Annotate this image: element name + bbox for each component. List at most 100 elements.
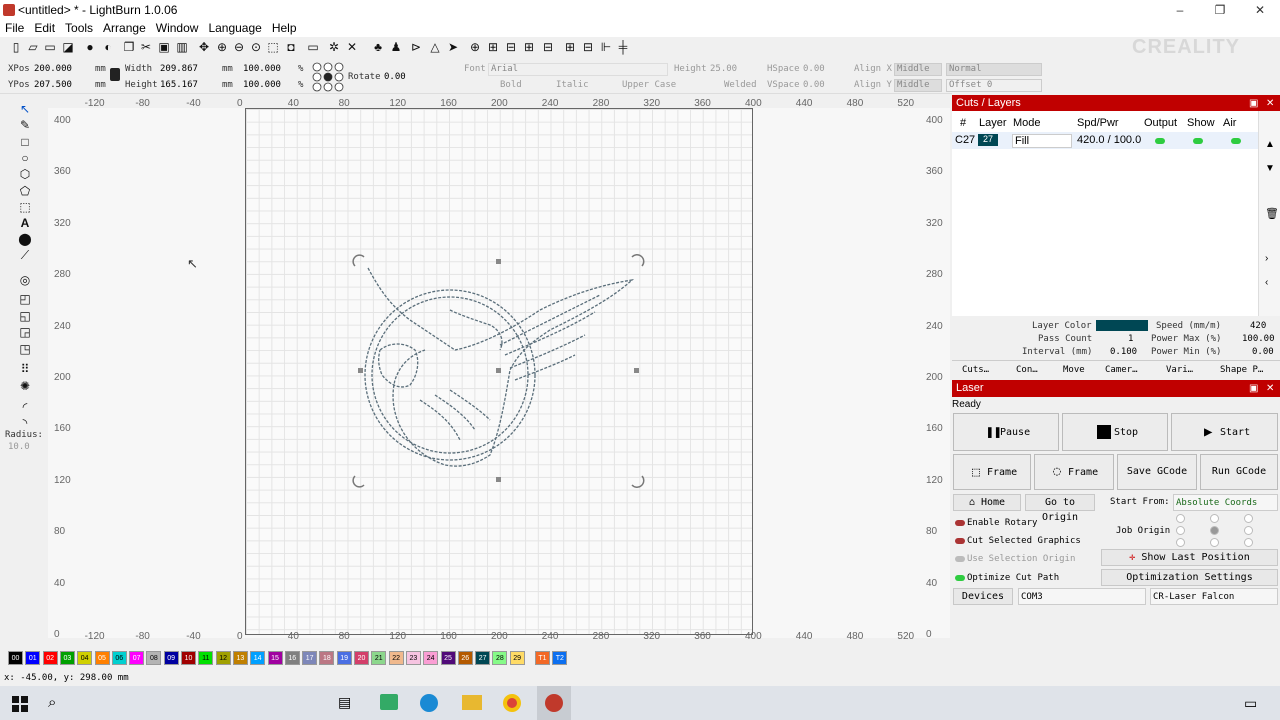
float-laser-panel-icon[interactable]: ▣	[1249, 380, 1258, 397]
job-origin-radio-mr[interactable]	[1244, 526, 1253, 535]
align-left-icon[interactable]: ⊞	[485, 39, 501, 55]
start-button[interactable]: ▶ Start	[1171, 413, 1278, 451]
speed-input[interactable]: 420	[1250, 321, 1266, 331]
cut-icon[interactable]: ●	[82, 39, 98, 55]
user-icon[interactable]: ♟	[388, 39, 404, 55]
selection-handles[interactable]	[350, 252, 650, 492]
show-toggle[interactable]	[1193, 138, 1203, 144]
search-icon[interactable]: ⌕	[48, 694, 56, 711]
frame-tool-icon[interactable]: ⬚	[16, 200, 34, 214]
grid-array-icon[interactable]: ⠿	[16, 362, 34, 376]
notifications-icon[interactable]: ▭	[1244, 695, 1257, 712]
run-gcode-button[interactable]: Run GCode	[1200, 454, 1278, 490]
radius-input[interactable]: 10.0	[8, 442, 30, 452]
center-icon[interactable]: ╪	[615, 39, 631, 55]
zoom-in-icon[interactable]: ⊕	[214, 39, 230, 55]
edge-icon[interactable]	[420, 694, 438, 712]
position-tool-icon[interactable]: ⬤	[16, 232, 34, 246]
job-origin-radio-tr[interactable]	[1244, 514, 1253, 523]
shape-tool-icon[interactable]: ⬠	[16, 184, 34, 198]
palette-swatch-10[interactable]: 10	[181, 651, 196, 665]
palette-swatch-17[interactable]: 17	[302, 651, 318, 665]
store-icon[interactable]	[380, 694, 398, 710]
open-file-icon[interactable]: ▱	[25, 39, 41, 55]
tools-icon[interactable]: ✕	[344, 39, 360, 55]
weld-icon[interactable]: ◳	[16, 342, 34, 356]
offset-tool-icon[interactable]: ◎	[16, 273, 34, 287]
align-center-icon[interactable]: ⊟	[503, 39, 519, 55]
power-max-input[interactable]: 100.00	[1242, 334, 1275, 344]
palette-swatch-08[interactable]: 08	[146, 651, 162, 665]
minimize-button[interactable]: –	[1160, 0, 1200, 20]
settings-icon[interactable]: ✲	[326, 39, 342, 55]
lightburn-taskbar-item[interactable]	[537, 686, 571, 720]
menu-edit[interactable]: Edit	[29, 20, 60, 37]
italic-checkbox[interactable]: Italic	[556, 80, 589, 90]
boolean-subtract-icon[interactable]: ◱	[16, 309, 34, 323]
tab-variable[interactable]: Vari…	[1166, 365, 1193, 375]
optimization-settings-button[interactable]: Optimization Settings	[1101, 569, 1278, 586]
tab-move[interactable]: Move	[1063, 365, 1085, 375]
job-origin-radio-tl[interactable]	[1176, 514, 1185, 523]
zoom-page-icon[interactable]: ⊙	[248, 39, 264, 55]
windows-start-icon[interactable]	[12, 696, 28, 712]
power-min-input[interactable]: 0.00	[1252, 347, 1274, 357]
send-icon[interactable]: ➤	[445, 39, 461, 55]
optimize-cut-path-toggle[interactable]	[955, 575, 965, 581]
close-laser-panel-icon[interactable]: ✕	[1266, 380, 1274, 397]
distribute-h-icon[interactable]: ⊞	[562, 39, 578, 55]
palette-swatch-07[interactable]: 07	[129, 651, 145, 665]
width-input[interactable]: 209.867	[160, 64, 198, 74]
hspace-input[interactable]: 0.00	[803, 64, 825, 74]
distribute-icon[interactable]: ⊩	[598, 39, 614, 55]
device-select[interactable]: CR-Laser Falcon	[1150, 588, 1278, 605]
palette-swatch-27[interactable]: 27	[475, 651, 491, 665]
file-explorer-icon[interactable]	[462, 695, 482, 710]
stop-button[interactable]: Stop	[1062, 413, 1168, 451]
align-right-icon[interactable]: ⊞	[521, 39, 537, 55]
select-tool-icon[interactable]: ↖	[16, 102, 34, 116]
palette-swatch-14[interactable]: 14	[250, 651, 266, 665]
pause-button[interactable]: ❚❚ Pause	[953, 413, 1059, 451]
frame-round-button[interactable]: ◌ Frame	[1034, 454, 1114, 490]
welded-checkbox[interactable]: Welded	[724, 80, 757, 90]
close-panel-icon[interactable]: ✕	[1266, 95, 1274, 112]
palette-swatch-06[interactable]: 06	[111, 651, 127, 665]
scale-width-input[interactable]: 100.000	[243, 64, 281, 74]
table-row[interactable]: C27 27 Fill 420.0 / 100.0	[952, 132, 1258, 149]
font-select[interactable]: Arial	[488, 63, 668, 76]
tab-console[interactable]: Con…	[1016, 365, 1038, 375]
vspace-input[interactable]: 0.00	[803, 80, 825, 90]
ellipse-tool-icon[interactable]: ○	[16, 151, 34, 165]
anchor-grid[interactable]	[312, 62, 344, 92]
palette-swatch-03[interactable]: 03	[59, 651, 75, 665]
job-origin-radio-ml[interactable]	[1176, 526, 1185, 535]
move-layer-down-icon[interactable]: ▼	[1265, 163, 1275, 174]
job-origin-radio-mc[interactable]	[1210, 526, 1219, 535]
cut-selected-toggle[interactable]	[955, 538, 965, 544]
layer-color-swatch[interactable]	[1096, 320, 1148, 331]
rectangle-tool-icon[interactable]: □	[16, 135, 34, 149]
distribute-v-icon[interactable]: ⊟	[580, 39, 596, 55]
lock-icon[interactable]	[110, 68, 120, 81]
palette-swatch-19[interactable]: 19	[336, 651, 352, 665]
font-height-input[interactable]: 25.00	[710, 64, 737, 74]
palette-swatch-01[interactable]: 01	[25, 651, 41, 665]
boolean-union-icon[interactable]: ◰	[16, 292, 34, 306]
port-select[interactable]: COM3	[1018, 588, 1146, 605]
palette-swatch-04[interactable]: 04	[77, 651, 93, 665]
text-tool-icon[interactable]: A	[16, 216, 34, 230]
tab-cuts[interactable]: Cuts…	[962, 365, 989, 375]
palette-swatch-23[interactable]: 23	[405, 651, 421, 665]
uppercase-checkbox[interactable]: Upper Case	[622, 80, 676, 90]
menu-language[interactable]: Language	[203, 20, 266, 37]
xpos-input[interactable]: 200.000	[34, 64, 72, 74]
measure-tool-icon[interactable]: ⟋	[16, 248, 34, 262]
pass-count-input[interactable]: 1	[1128, 334, 1133, 344]
height-input[interactable]: 165.167	[160, 80, 198, 90]
bold-checkbox[interactable]: Bold	[500, 80, 522, 90]
copy-icon[interactable]: ❐	[121, 39, 137, 55]
menu-help[interactable]: Help	[267, 20, 302, 37]
aligny-select[interactable]: Middle	[894, 79, 942, 92]
camera-icon[interactable]: ◘	[283, 39, 299, 55]
